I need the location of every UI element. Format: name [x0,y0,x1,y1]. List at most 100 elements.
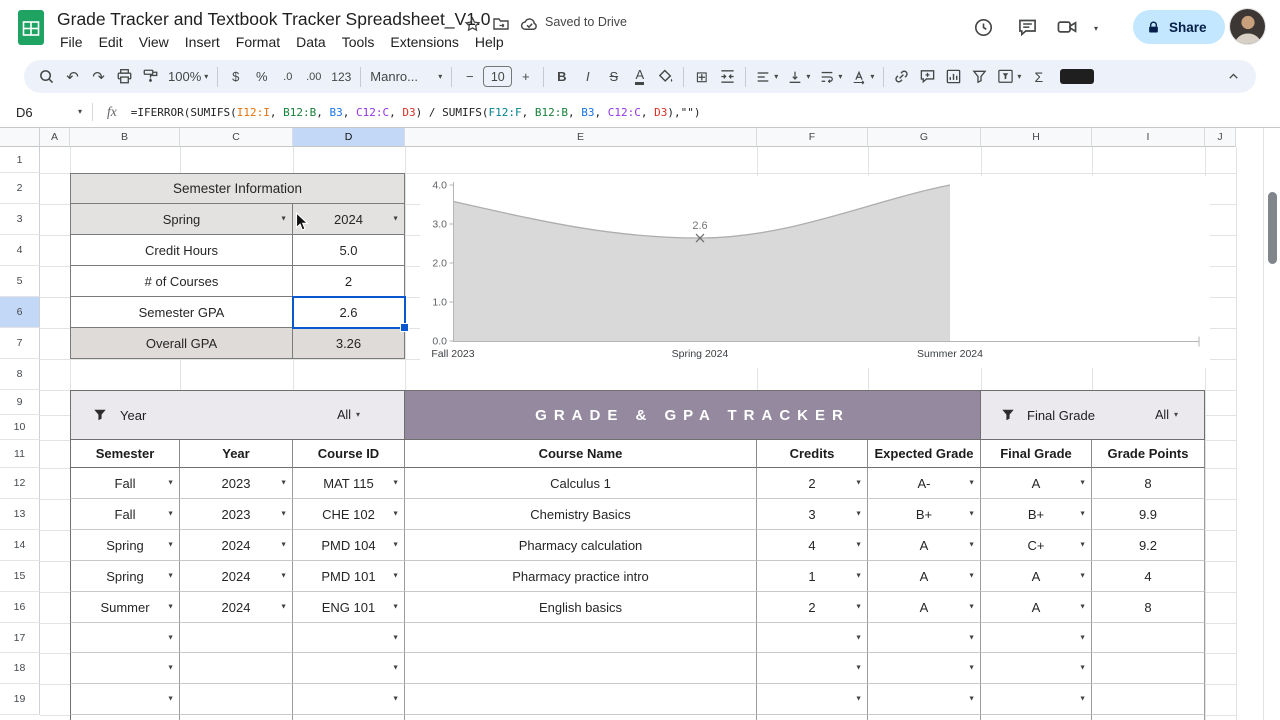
cell-dropdown-arrow-icon[interactable]: ▼ [392,604,399,611]
fill-handle[interactable] [400,323,409,332]
cell-dropdown-arrow-icon[interactable]: ▼ [855,480,862,487]
tracker-col-header-semester[interactable]: Semester [70,440,180,468]
row-header-7[interactable]: 7 [0,328,40,359]
cell-G18[interactable]: ▼ [868,653,981,684]
cell-I12[interactable]: 8 [1092,468,1205,499]
tracker-year-filter[interactable]: Year All ▾ [70,390,405,440]
row-header-17[interactable]: 17 [0,623,40,653]
cell-G16[interactable]: A ▼ [868,592,981,623]
cell-I14[interactable]: 9.2 [1092,530,1205,561]
cell-B13[interactable]: Fall ▼ [70,499,180,530]
tracker-final-grade-filter[interactable]: Final Grade All ▾ [981,390,1205,440]
cell-E19[interactable] [405,684,757,715]
cell-E18[interactable] [405,653,757,684]
vertical-scrollbar-thumb[interactable] [1268,192,1277,264]
cell-dropdown-arrow-icon[interactable]: ▼ [392,511,399,518]
cell-dropdown-arrow-icon[interactable]: ▼ [968,511,975,518]
cell-B2-semester-info-title[interactable]: Semester Information [70,173,405,204]
cell-D17[interactable]: ▼ [293,623,405,653]
cell-dropdown-arrow-icon[interactable]: ▼ [392,480,399,487]
cell-F20[interactable] [757,715,868,720]
cell-E14[interactable]: Pharmacy calculation [405,530,757,561]
cell-dropdown-arrow-icon[interactable]: ▼ [280,573,287,580]
cell-F16[interactable]: 2 ▼ [757,592,868,623]
cell-B20[interactable] [70,715,180,720]
row-header-13[interactable]: 13 [0,499,40,530]
tracker-col-header-expected-grade[interactable]: Expected Grade [868,440,981,468]
col-header-I[interactable]: I [1092,128,1205,147]
cell-E17[interactable] [405,623,757,653]
cell-dropdown-arrow-icon[interactable]: ▼ [167,542,174,549]
cell-G20[interactable] [868,715,981,720]
cell-D5-num-courses-value[interactable]: 2 [293,266,405,297]
col-header-D[interactable]: D [293,128,405,147]
row-header-3[interactable]: 3 [0,204,40,235]
row-header-5[interactable]: 5 [0,266,40,297]
cell-dropdown-arrow-icon[interactable]: ▼ [167,696,174,703]
cell-dropdown-arrow-icon[interactable]: ▼ [1079,665,1086,672]
cell-G19[interactable]: ▼ [868,684,981,715]
tracker-col-header-course-name[interactable]: Course Name [405,440,757,468]
cell-C20[interactable] [180,715,293,720]
cell-dropdown-arrow-icon[interactable]: ▼ [855,696,862,703]
cell-D13[interactable]: CHE 102 ▼ [293,499,405,530]
cell-B12[interactable]: Fall ▼ [70,468,180,499]
cell-I19[interactable] [1092,684,1205,715]
cell-H18[interactable]: ▼ [981,653,1092,684]
cell-I13[interactable]: 9.9 [1092,499,1205,530]
cell-B16[interactable]: Summer ▼ [70,592,180,623]
cell-F17[interactable]: ▼ [757,623,868,653]
cell-D12[interactable]: MAT 115 ▼ [293,468,405,499]
row-header-12[interactable]: 12 [0,468,40,499]
cell-dropdown-arrow-icon[interactable]: ▼ [392,665,399,672]
cell-dropdown-arrow-icon[interactable]: ▼ [968,696,975,703]
cell-dropdown-arrow-icon[interactable]: ▼ [968,573,975,580]
row-header-19[interactable]: 19 [0,684,40,715]
cell-D4-credit-hours-value[interactable]: 5.0 [293,235,405,266]
col-header-A[interactable]: A [40,128,70,147]
cell-I20[interactable] [1092,715,1205,720]
cell-dropdown-arrow-icon[interactable]: ▼ [280,542,287,549]
cell-C15[interactable]: 2024 ▼ [180,561,293,592]
cell-dropdown-arrow-icon[interactable]: ▼ [968,634,975,641]
tracker-col-header-credits[interactable]: Credits [757,440,868,468]
cell-B5-num-courses-label[interactable]: # of Courses [70,266,293,297]
row-header-1[interactable]: 1 [0,147,40,173]
final-grade-filter-value[interactable]: All [1155,408,1169,422]
cell-B19[interactable]: ▼ [70,684,180,715]
cell-H13[interactable]: B+ ▼ [981,499,1092,530]
row-header-11[interactable]: 11 [0,440,40,468]
tracker-col-header-course-id[interactable]: Course ID [293,440,405,468]
col-header-G[interactable]: G [868,128,981,147]
cell-H19[interactable]: ▼ [981,684,1092,715]
cell-dropdown-arrow-icon[interactable]: ▼ [392,634,399,641]
cell-G17[interactable]: ▼ [868,623,981,653]
cell-dropdown-arrow-icon[interactable]: ▼ [392,573,399,580]
cell-dropdown-arrow-icon[interactable]: ▼ [280,480,287,487]
cell-dropdown-arrow-icon[interactable]: ▼ [968,542,975,549]
tracker-col-header-grade-points[interactable]: Grade Points [1092,440,1205,468]
cell-F12[interactable]: 2 ▼ [757,468,868,499]
cell-E15[interactable]: Pharmacy practice intro [405,561,757,592]
cell-H15[interactable]: A ▼ [981,561,1092,592]
cell-E12[interactable]: Calculus 1 [405,468,757,499]
cell-B6-semester-gpa-label[interactable]: Semester GPA [70,297,293,328]
cell-B4-credit-hours-label[interactable]: Credit Hours [70,235,293,266]
tracker-col-header-year[interactable]: Year [180,440,293,468]
cell-C13[interactable]: 2023 ▼ [180,499,293,530]
cell-dropdown-arrow-icon[interactable]: ▼ [280,604,287,611]
cell-dropdown-arrow-icon[interactable]: ▼ [392,696,399,703]
row-header-10[interactable]: 10 [0,415,40,440]
cell-C12[interactable]: 2023 ▼ [180,468,293,499]
cell-D6-semester-gpa-value[interactable]: 2.6 [293,297,405,328]
cell-dropdown-arrow-icon[interactable]: ▼ [968,665,975,672]
cell-dropdown-arrow-icon[interactable]: ▼ [280,511,287,518]
cell-B14[interactable]: Spring ▼ [70,530,180,561]
cell-I15[interactable]: 4 [1092,561,1205,592]
cell-C18[interactable] [180,653,293,684]
cell-G14[interactable]: A ▼ [868,530,981,561]
cell-C19[interactable] [180,684,293,715]
row-header-15[interactable]: 15 [0,561,40,592]
cell-dropdown-arrow-icon[interactable]: ▼ [1079,573,1086,580]
cell-E13[interactable]: Chemistry Basics [405,499,757,530]
